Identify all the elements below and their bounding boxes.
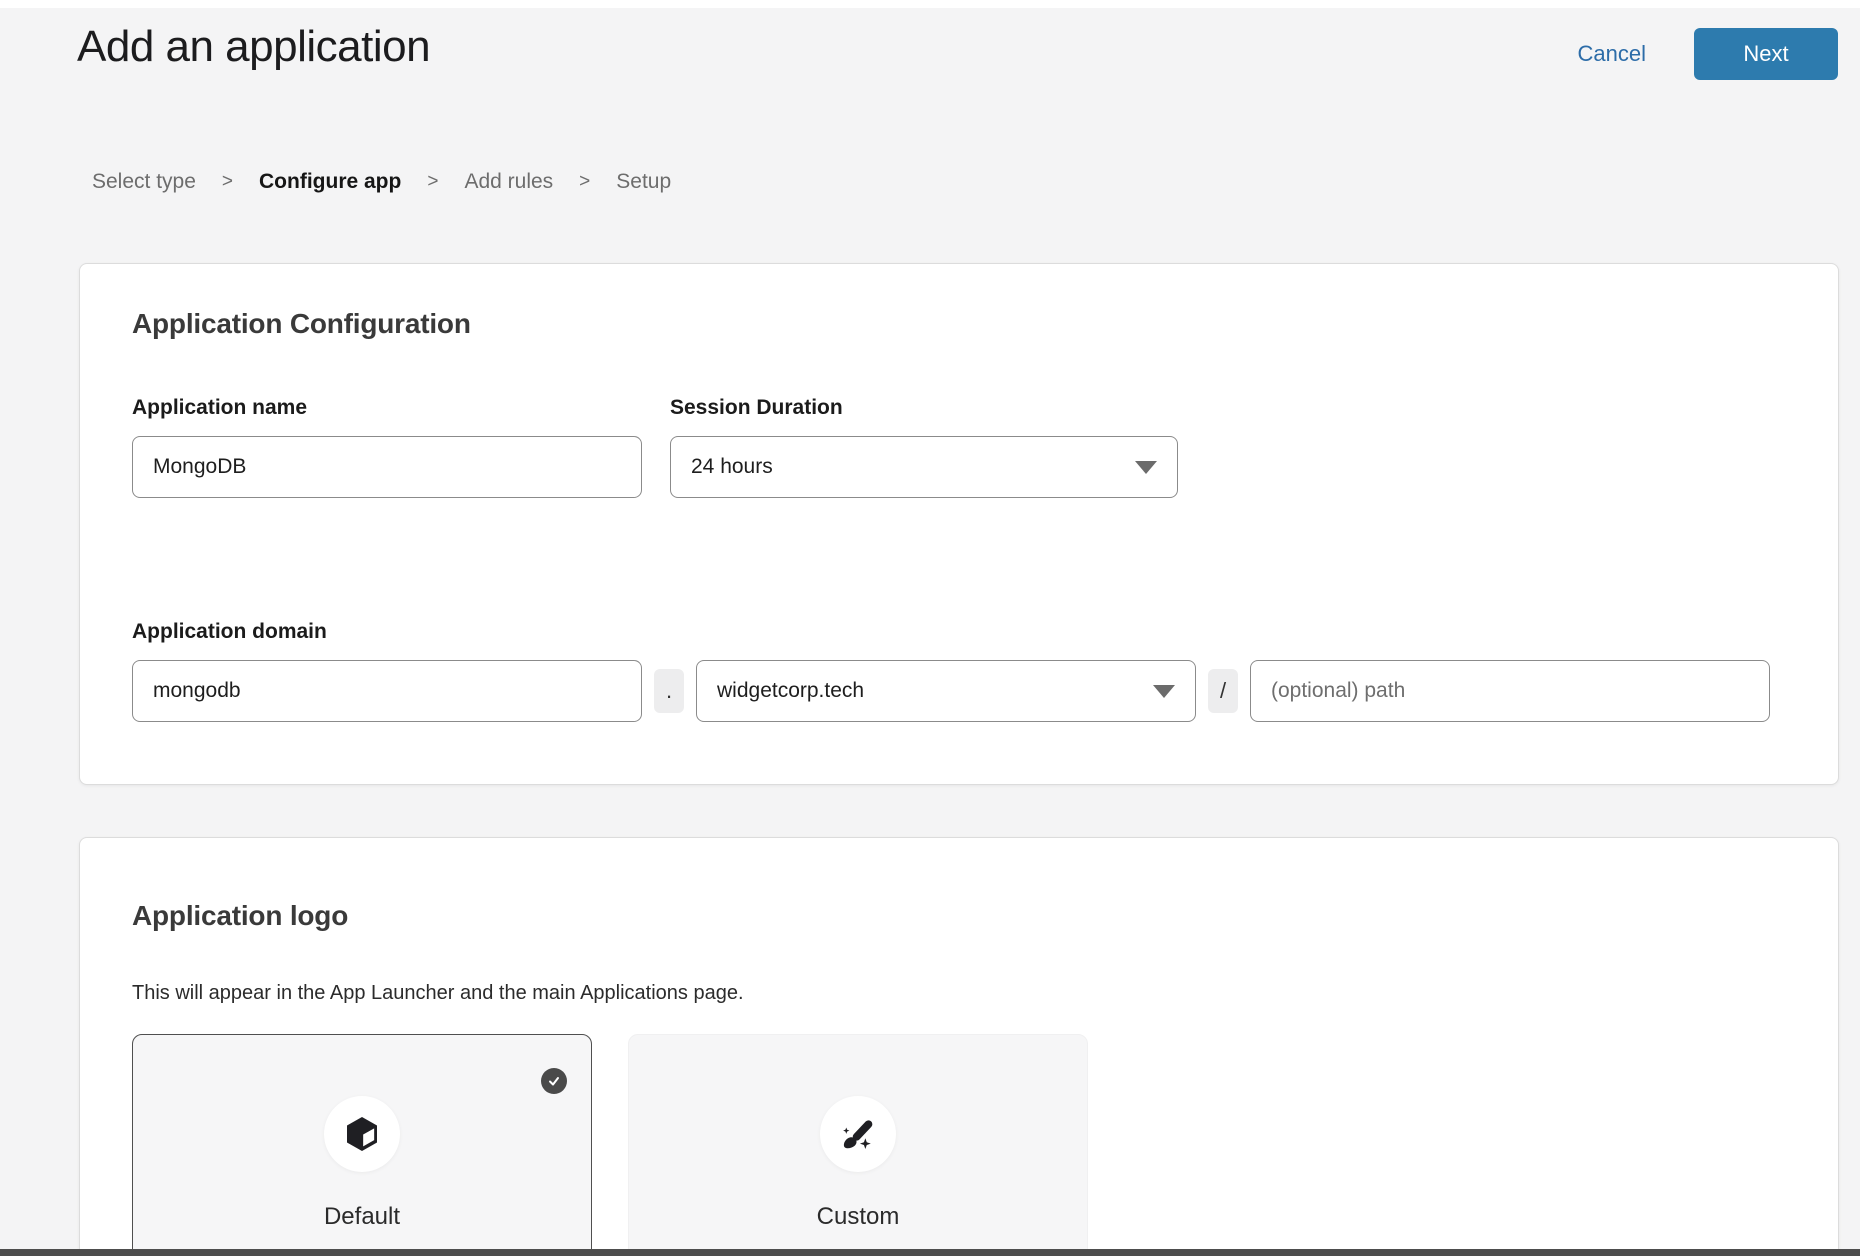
breadcrumb-separator: > — [579, 171, 590, 193]
breadcrumb: Select type > Configure app > Add rules … — [92, 170, 1860, 194]
checkmark-icon — [547, 1074, 561, 1088]
chevron-down-icon — [1135, 461, 1157, 474]
page-header: Add an application Cancel Next — [77, 22, 1838, 80]
application-domain-row: . widgetcorp.tech / — [132, 660, 1786, 722]
logo-heading: Application logo — [132, 900, 1786, 932]
logo-options: Default Custom — [132, 1034, 1786, 1256]
window-top-strip — [0, 0, 1860, 8]
logo-description: This will appear in the App Launcher and… — [132, 982, 1786, 1005]
session-duration-value: 24 hours — [691, 455, 773, 479]
breadcrumb-separator: > — [222, 171, 233, 193]
header-actions: Cancel Next — [1578, 28, 1838, 80]
window-bottom-bar — [0, 1249, 1860, 1256]
session-duration-field: Session Duration 24 hours — [670, 396, 1178, 498]
logo-option-custom[interactable]: Custom — [628, 1034, 1088, 1256]
application-logo-card: Application logo This will appear in the… — [79, 837, 1839, 1256]
chevron-down-icon — [1153, 685, 1175, 698]
breadcrumb-step-configure-app[interactable]: Configure app — [259, 170, 401, 194]
application-configuration-card: Application Configuration Application na… — [79, 263, 1839, 785]
dot-separator: . — [654, 669, 684, 713]
logo-option-default[interactable]: Default — [132, 1034, 592, 1256]
default-logo-circle — [324, 1096, 400, 1172]
configuration-heading: Application Configuration — [132, 308, 1786, 340]
selected-check-badge — [541, 1068, 567, 1094]
session-duration-label: Session Duration — [670, 396, 1178, 420]
logo-option-label: Default — [324, 1203, 400, 1231]
path-input[interactable] — [1250, 660, 1770, 722]
breadcrumb-step-select-type[interactable]: Select type — [92, 170, 196, 194]
cube-icon — [342, 1114, 382, 1154]
page-title: Add an application — [77, 22, 430, 72]
domain-select-value: widgetcorp.tech — [717, 679, 864, 703]
subdomain-input[interactable] — [132, 660, 642, 722]
breadcrumb-step-add-rules[interactable]: Add rules — [464, 170, 553, 194]
paintbrush-icon — [837, 1113, 879, 1155]
breadcrumb-step-setup[interactable]: Setup — [616, 170, 671, 194]
breadcrumb-separator: > — [427, 171, 438, 193]
session-duration-select[interactable]: 24 hours — [670, 436, 1178, 498]
name-session-row: Application name Session Duration 24 hou… — [132, 396, 1786, 498]
domain-select[interactable]: widgetcorp.tech — [696, 660, 1196, 722]
logo-option-label: Custom — [817, 1203, 900, 1231]
application-name-input[interactable] — [132, 436, 642, 498]
application-name-field: Application name — [132, 396, 642, 498]
application-domain-label: Application domain — [132, 620, 1786, 644]
custom-logo-circle — [820, 1096, 896, 1172]
slash-separator: / — [1208, 669, 1238, 713]
next-button[interactable]: Next — [1694, 28, 1838, 80]
application-name-label: Application name — [132, 396, 642, 420]
cancel-button[interactable]: Cancel — [1578, 41, 1646, 67]
